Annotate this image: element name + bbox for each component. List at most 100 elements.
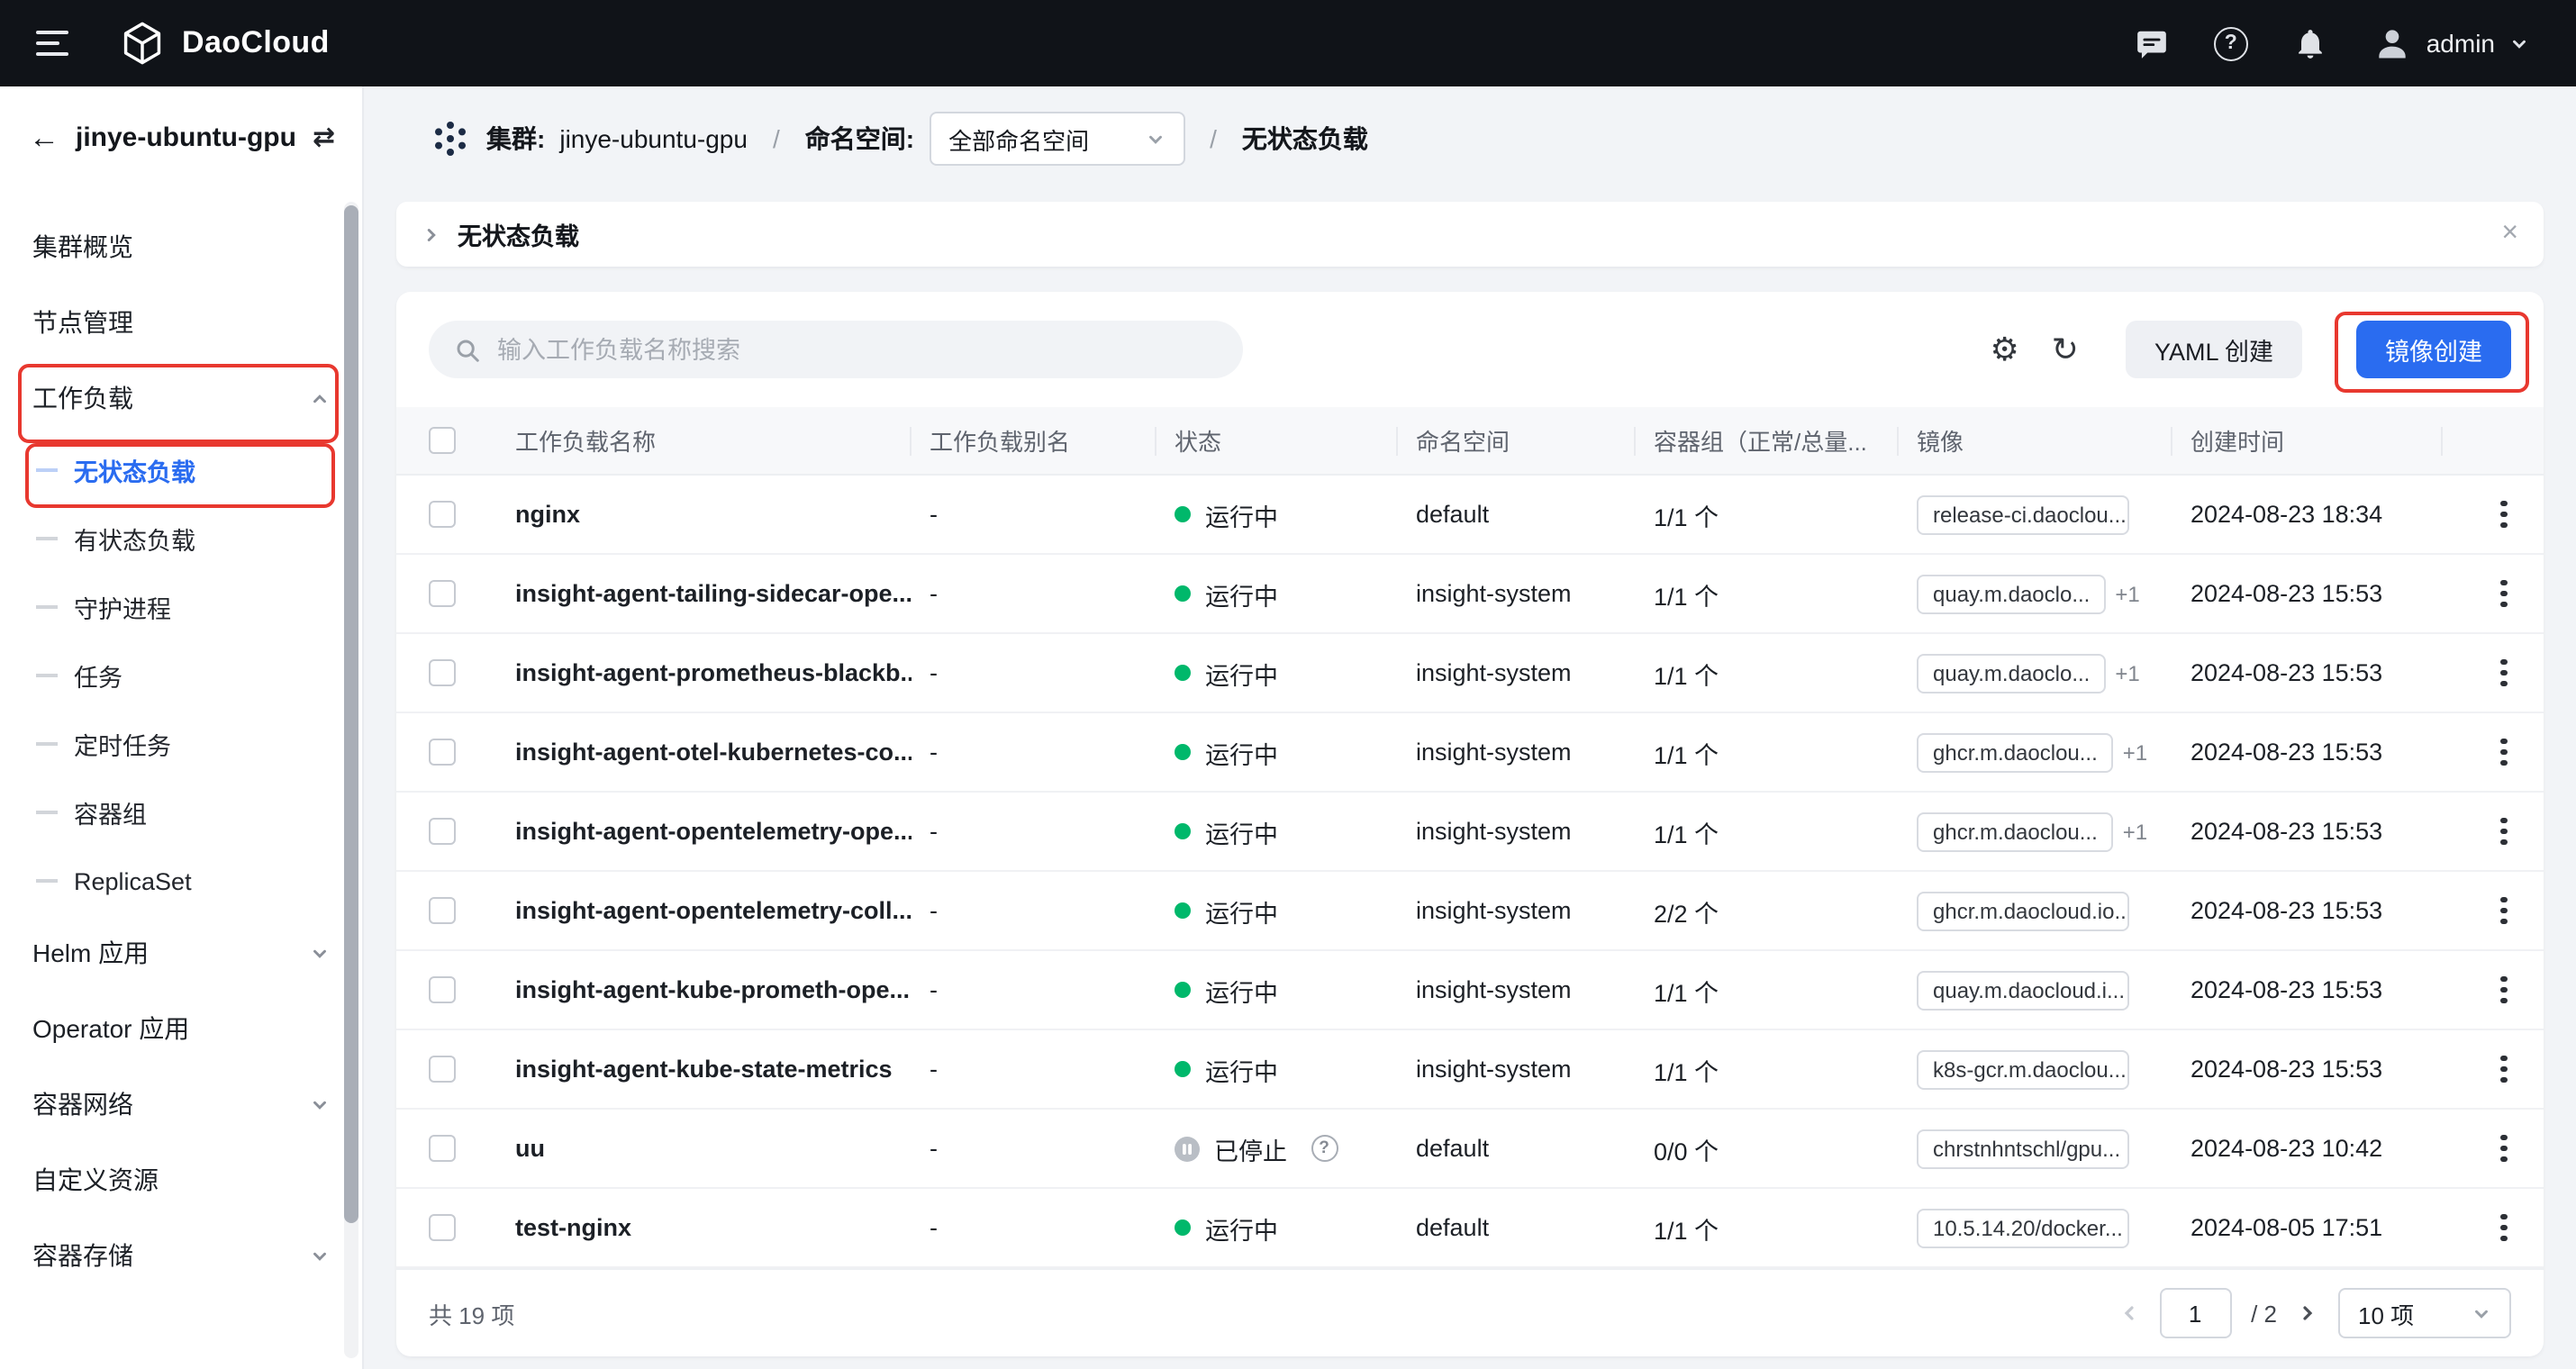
select-all-checkbox[interactable] — [429, 427, 456, 454]
row-actions-kebab-icon[interactable] — [2500, 818, 2507, 846]
sidebar-item-cluster-overview[interactable]: 集群概览 — [0, 209, 362, 285]
created-cell: 2024-08-23 18:34 — [2172, 501, 2443, 528]
pagination: / 2 10 项 — [2118, 1288, 2511, 1338]
sidebar-cluster-name: jinye-ubuntu-gpu — [76, 122, 296, 152]
row-checkbox[interactable] — [429, 1056, 456, 1083]
image-create-button[interactable]: 镜像创建 — [2356, 321, 2511, 378]
image-tag: ghcr.m.daoclou... — [1917, 811, 2114, 851]
menu-toggle-icon[interactable] — [36, 31, 68, 56]
tree-dash-icon — [36, 468, 58, 472]
sidebar-item-label: 工作负载 — [32, 380, 133, 416]
sidebar-item-custom-resources[interactable]: 自定义资源 — [0, 1142, 362, 1218]
image-extra-count: +1 — [2123, 739, 2147, 765]
sidebar-scrollbar-thumb[interactable] — [344, 205, 358, 1223]
row-actions-kebab-icon[interactable] — [2500, 659, 2507, 687]
table-row: nginx - 运行中 default 1/1 个 release-ci.dao… — [396, 476, 2544, 555]
created-cell: 2024-08-23 15:53 — [2172, 976, 2443, 1003]
row-checkbox[interactable] — [429, 1135, 456, 1162]
namespace-cell: insight-system — [1398, 580, 1636, 607]
chevron-down-icon — [310, 1246, 330, 1265]
sidebar-item-pods[interactable]: 容器组 — [0, 778, 362, 847]
sidebar-item-container-storage[interactable]: 容器存储 — [0, 1218, 362, 1293]
workload-name-link[interactable]: insight-agent-tailing-sidecar-ope... — [497, 580, 912, 607]
cluster-link[interactable]: jinye-ubuntu-gpu — [559, 124, 748, 153]
col-header-namespace: 命名空间 — [1398, 426, 1636, 455]
namespace-cell: insight-system — [1398, 818, 1636, 845]
sidebar-item-cronjobs[interactable]: 定时任务 — [0, 710, 362, 778]
workload-name-link[interactable]: insight-agent-kube-prometh-ope... — [497, 976, 912, 1003]
sidebar-scrollbar-track — [344, 202, 358, 1358]
workload-alias: - — [912, 1135, 1156, 1162]
chevron-right-icon[interactable] — [422, 224, 441, 244]
toolbar: ⚙ ↻ YAML 创建 镜像创建 — [396, 292, 2544, 407]
user-menu[interactable]: admin — [2372, 23, 2529, 63]
workload-name-link[interactable]: test-nginx — [497, 1214, 912, 1241]
row-checkbox[interactable] — [429, 739, 456, 766]
search-box — [429, 321, 1243, 378]
back-arrow-icon[interactable]: ← — [29, 122, 59, 152]
status-running-dot — [1175, 1219, 1191, 1236]
row-actions-kebab-icon[interactable] — [2500, 501, 2507, 529]
row-checkbox[interactable] — [429, 976, 456, 1003]
sidebar-item-replicasets[interactable]: ReplicaSet — [0, 847, 362, 915]
workload-alias: - — [912, 1056, 1156, 1083]
yaml-create-button[interactable]: YAML 创建 — [2126, 321, 2302, 378]
created-cell: 2024-08-23 15:53 — [2172, 659, 2443, 686]
status-running-dot — [1175, 585, 1191, 602]
avatar — [2372, 23, 2412, 63]
next-page-icon[interactable] — [2297, 1302, 2318, 1324]
help-icon[interactable]: ? — [2214, 26, 2248, 60]
page-number-input[interactable] — [2159, 1288, 2231, 1338]
row-actions-kebab-icon[interactable] — [2500, 1135, 2507, 1163]
search-input[interactable] — [497, 336, 1218, 363]
workload-name-link[interactable]: insight-agent-kube-state-metrics — [497, 1056, 912, 1083]
close-icon[interactable]: × — [2501, 220, 2518, 249]
workload-alias: - — [912, 659, 1156, 686]
created-cell: 2024-08-23 15:53 — [2172, 818, 2443, 845]
workload-name-link[interactable]: insight-agent-opentelemetry-ope... — [497, 818, 912, 845]
sidebar-item-workloads[interactable]: 工作负载 — [0, 360, 362, 436]
notifications-bell-icon[interactable] — [2293, 26, 2327, 60]
workload-name-link[interactable]: nginx — [497, 501, 912, 528]
sidebar-item-label: 节点管理 — [32, 304, 133, 340]
image-tag: ghcr.m.daocloud.io... — [1917, 891, 2129, 930]
sidebar-item-container-network[interactable]: 容器网络 — [0, 1066, 362, 1142]
settings-gear-icon[interactable]: ⚙ — [1991, 333, 2019, 366]
messages-icon[interactable] — [2135, 26, 2169, 60]
row-checkbox[interactable] — [429, 659, 456, 686]
workload-name-link[interactable]: insight-agent-opentelemetry-coll... — [497, 897, 912, 924]
row-actions-kebab-icon[interactable] — [2500, 739, 2507, 766]
row-checkbox[interactable] — [429, 501, 456, 528]
sidebar-item-node-management[interactable]: 节点管理 — [0, 285, 362, 360]
sidebar-item-statefulsets[interactable]: 有状态负载 — [0, 504, 362, 573]
status-running-dot — [1175, 823, 1191, 839]
namespace-select[interactable]: 全部命名空间 — [929, 112, 1184, 166]
row-checkbox[interactable] — [429, 818, 456, 845]
status-help-icon[interactable]: ? — [1311, 1135, 1338, 1162]
sidebar-item-label: 容器组 — [74, 794, 147, 830]
sidebar-item-deployments[interactable]: 无状态负载 — [0, 436, 362, 504]
prev-page-icon[interactable] — [2118, 1302, 2139, 1324]
page-size-select[interactable]: 10 项 — [2338, 1288, 2511, 1338]
workload-name-link[interactable]: uu — [497, 1135, 912, 1162]
table-row: insight-agent-prometheus-blackb... - 运行中… — [396, 634, 2544, 713]
row-actions-kebab-icon[interactable] — [2500, 976, 2507, 1004]
sidebar-item-jobs[interactable]: 任务 — [0, 641, 362, 710]
row-checkbox[interactable] — [429, 1214, 456, 1241]
row-actions-kebab-icon[interactable] — [2500, 897, 2507, 925]
row-actions-kebab-icon[interactable] — [2500, 1214, 2507, 1242]
switch-cluster-icon[interactable]: ⇄ — [313, 121, 335, 153]
workload-name-link[interactable]: insight-agent-prometheus-blackb... — [497, 659, 912, 686]
refresh-icon[interactable]: ↻ — [2052, 333, 2079, 366]
row-actions-kebab-icon[interactable] — [2500, 580, 2507, 608]
sidebar-item-daemonsets[interactable]: 守护进程 — [0, 573, 362, 641]
sidebar-item-label: 无状态负载 — [74, 452, 195, 488]
namespace-cell: insight-system — [1398, 897, 1636, 924]
row-actions-kebab-icon[interactable] — [2500, 1056, 2507, 1083]
sidebar-item-operator-apps[interactable]: Operator 应用 — [0, 991, 362, 1066]
row-checkbox[interactable] — [429, 897, 456, 924]
image-tag: release-ci.daoclou... — [1917, 494, 2129, 534]
row-checkbox[interactable] — [429, 580, 456, 607]
sidebar-item-helm-apps[interactable]: Helm 应用 — [0, 915, 362, 991]
workload-name-link[interactable]: insight-agent-otel-kubernetes-co... — [497, 739, 912, 766]
